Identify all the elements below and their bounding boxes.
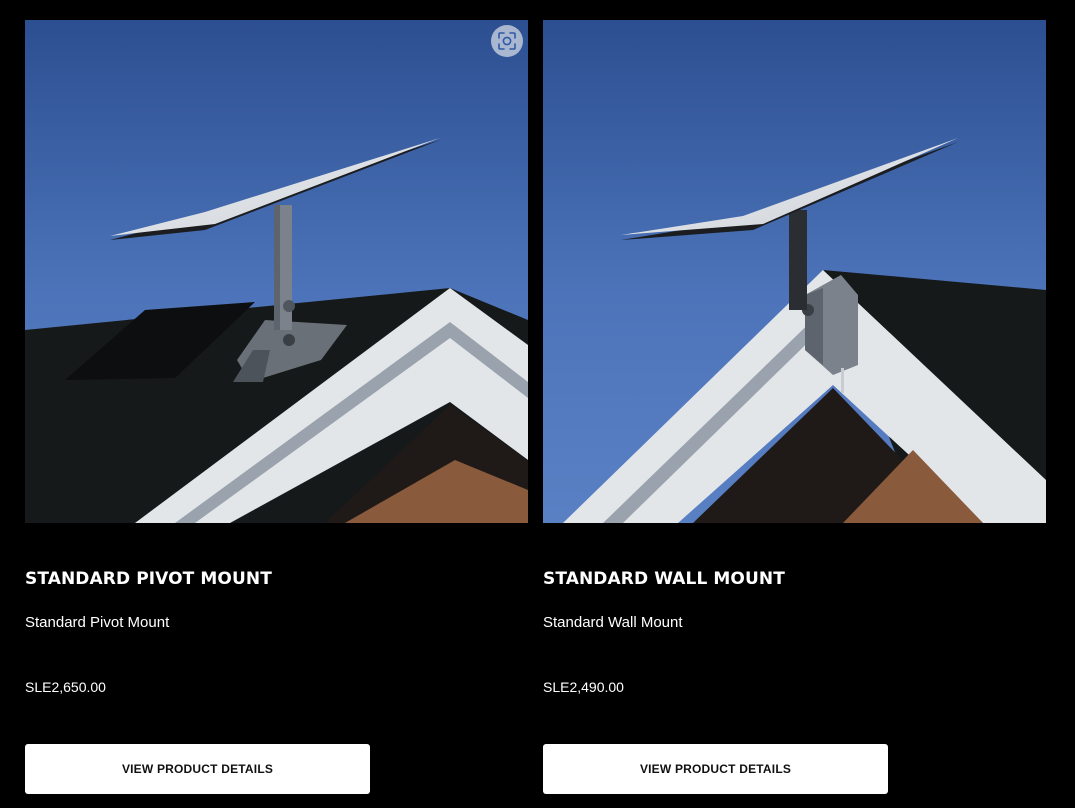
product-price: SLE2,490.00	[543, 679, 624, 695]
product-card-wall-mount: STANDARD WALL MOUNT Standard Wall Mount …	[543, 0, 1046, 808]
product-subtitle: Standard Pivot Mount	[25, 614, 170, 631]
product-price: SLE2,650.00	[25, 679, 106, 695]
product-card-pivot-mount: STANDARD PIVOT MOUNT Standard Pivot Moun…	[25, 0, 528, 808]
wall-mount-illustration	[543, 20, 1046, 523]
product-subtitle: Standard Wall Mount	[543, 614, 683, 631]
product-image-wall-mount[interactable]	[543, 20, 1046, 523]
pivot-mount-illustration	[25, 20, 528, 523]
zoom-focus-icon	[498, 32, 516, 50]
product-title: STANDARD PIVOT MOUNT	[25, 569, 272, 589]
product-image-pivot-mount[interactable]	[25, 20, 528, 523]
zoom-button[interactable]	[491, 25, 523, 57]
view-product-details-button[interactable]: VIEW PRODUCT DETAILS	[25, 744, 370, 794]
view-product-details-button[interactable]: VIEW PRODUCT DETAILS	[543, 744, 888, 794]
product-title: STANDARD WALL MOUNT	[543, 569, 785, 589]
